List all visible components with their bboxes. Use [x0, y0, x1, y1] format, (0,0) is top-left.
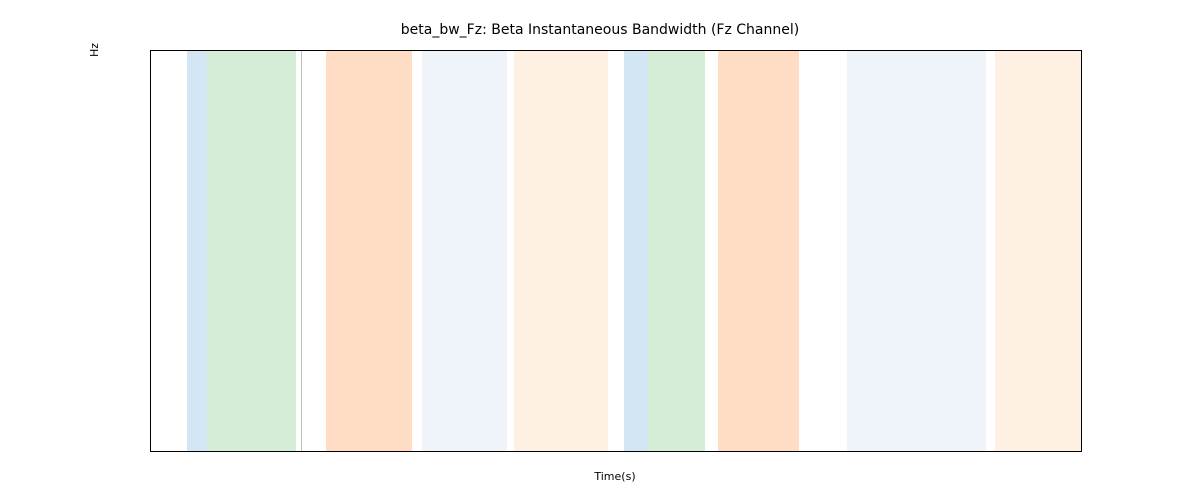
- y-axis-label: Hz: [88, 0, 488, 250]
- x-axis-label: Time(s): [150, 470, 1080, 483]
- background-band: [847, 51, 985, 451]
- background-band: [995, 51, 1081, 451]
- figure: beta_bw_Fz: Beta Instantaneous Bandwidth…: [0, 0, 1200, 500]
- background-band: [514, 51, 608, 451]
- background-band: [718, 51, 799, 451]
- background-band: [624, 51, 648, 451]
- background-band: [648, 51, 704, 451]
